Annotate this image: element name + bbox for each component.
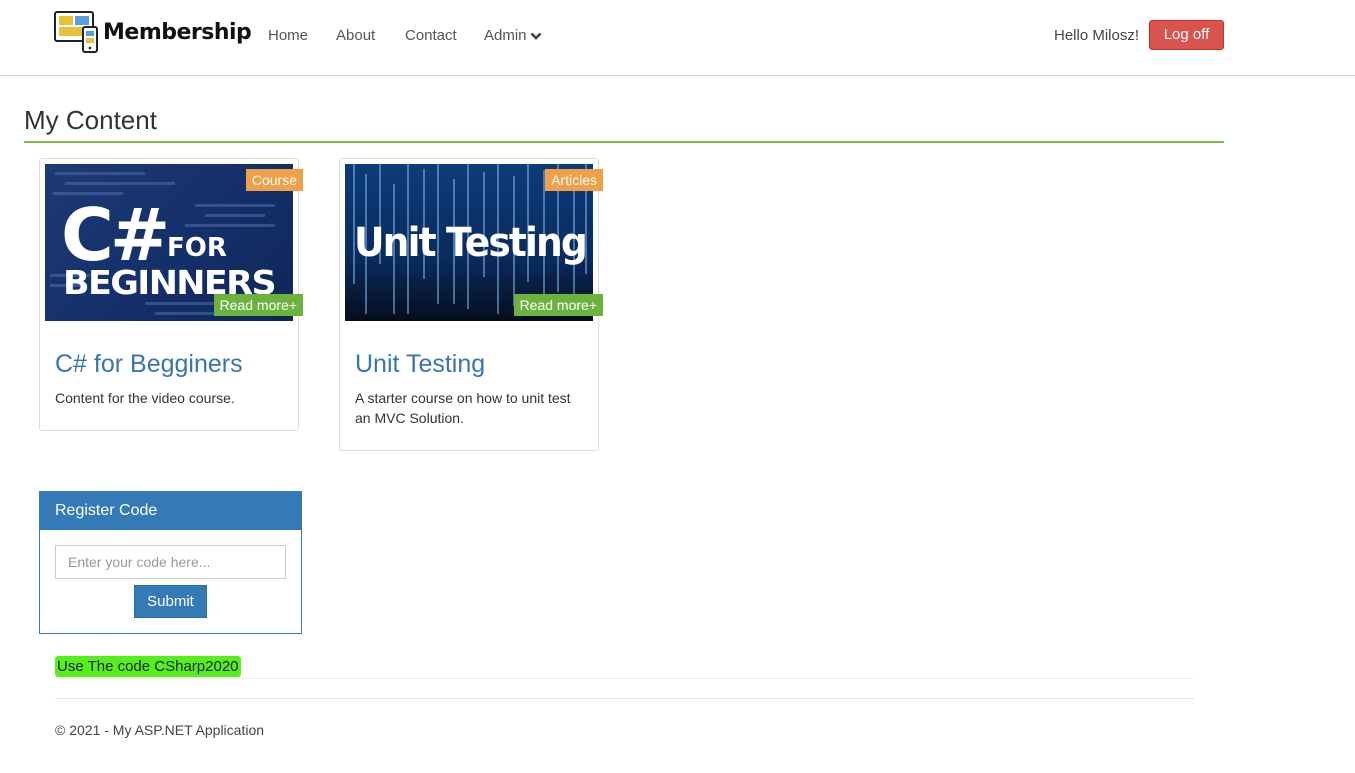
log-off-button[interactable]: Log off [1149,20,1224,50]
card-title[interactable]: C# for Begginers [55,349,243,379]
content-card-unit-testing: Unit Testing Articles Read more+ Unit Te… [339,158,603,451]
read-more-link[interactable]: Read more+ [513,294,603,316]
top-navbar: Membership Home About Contact Admin Hell… [0,0,1355,76]
nav-admin-label: Admin [484,27,527,44]
footer-copyright: © 2021 - My ASP.NET Application [55,722,265,738]
content-type-badge: Articles [545,169,603,191]
read-more-link[interactable]: Read more+ [213,294,303,316]
panel-heading: Register Code [40,492,301,530]
thumbnail-title-for: FOR [167,233,227,263]
content-card-csharp: C# FOR BEGINNERS Course Read more+ C# fo… [39,158,303,431]
card-title[interactable]: Unit Testing [355,349,485,379]
title-divider [24,141,1224,143]
user-greeting: Hello Milosz! [1054,27,1140,44]
thumbnail-title: Unit Testing [354,220,586,266]
page-title: My Content [24,105,157,135]
submit-button[interactable]: Submit [134,585,207,618]
brand-name: Membership [103,19,252,45]
register-code-panel: Register Code Submit [39,491,302,634]
brand[interactable]: Membership [54,11,252,53]
divider [55,678,1194,679]
nav-admin-dropdown[interactable]: Admin [484,26,542,46]
nav-home-link[interactable]: Home [268,26,308,46]
footer-divider [55,698,1194,699]
devices-icon [54,11,100,53]
code-hint: Use The code CSharp2020 [55,656,241,677]
card-description: A starter course on how to unit test an … [355,390,571,426]
card-description: Content for the video course. [55,390,235,406]
nav-about-link[interactable]: About [336,26,375,46]
content-type-badge: Course [245,169,303,191]
register-code-input[interactable] [55,545,286,579]
nav-contact-link[interactable]: Contact [405,26,457,46]
chevron-down-icon [530,32,541,40]
